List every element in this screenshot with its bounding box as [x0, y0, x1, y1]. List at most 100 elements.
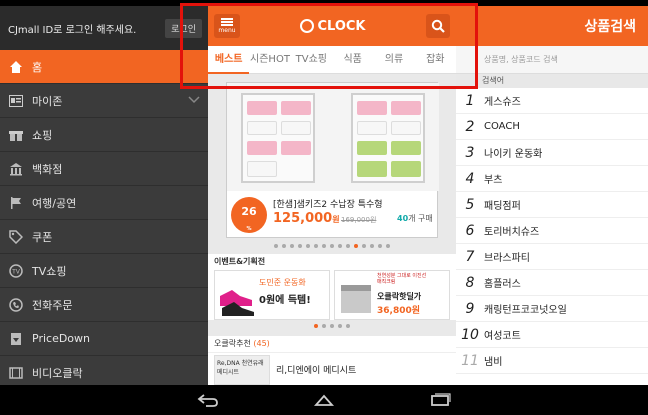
drawer	[247, 141, 277, 155]
rank-number: 1	[465, 92, 475, 109]
sidebar-item-tvshopping[interactable]: TV TV쇼핑	[0, 254, 208, 288]
profile-card-icon	[8, 93, 24, 109]
search-panel-header: 상품검색	[456, 6, 648, 46]
event-banner-cream[interactable]: 천연성분 그대로 이진선 매직크림 오클락핫딜가 36,800원	[334, 270, 450, 320]
discount-number: 26	[241, 205, 257, 218]
search-placeholder: 상품명, 상품코드 검색	[484, 55, 558, 64]
sidebar-item-shopping[interactable]: 쇼핑	[0, 118, 208, 152]
ranking-row[interactable]: 1 게스슈즈	[456, 88, 648, 114]
recommend-item[interactable]: Re,DNA 천연유래 메디시트 리,디엔에이 메디시트	[208, 352, 456, 385]
home-icon	[8, 59, 24, 75]
deal-title: [한샘]샘키즈2 수납장 특수형	[273, 200, 383, 210]
recommend-count: (45)	[253, 339, 270, 348]
sidebar-item-travel[interactable]: 여행/공연	[0, 186, 208, 220]
back-button[interactable]	[195, 392, 221, 408]
drawer	[357, 121, 387, 135]
sidebar-item-label: 쿠폰	[32, 230, 53, 244]
sidebar-item-label: TV쇼핑	[32, 264, 67, 278]
rank-number: 4	[465, 170, 475, 187]
sidebar-item-label: 쇼핑	[32, 128, 53, 142]
recent-apps-icon	[431, 393, 451, 406]
phone-icon	[8, 297, 24, 313]
carousel-dot[interactable]	[274, 244, 278, 248]
ranking-row[interactable]: 6 토리버치슈즈	[456, 218, 648, 244]
cream-jar-icon	[341, 285, 371, 313]
drawer	[391, 121, 421, 135]
carousel-dot[interactable]	[378, 244, 382, 248]
rank-term: 패딩점퍼	[484, 201, 521, 212]
carousel-dot[interactable]	[346, 324, 350, 328]
rank-term: 홈플러스	[484, 279, 521, 290]
sidebar-item-myzone[interactable]: 마이존	[0, 84, 208, 118]
discount-badge: 26 %	[231, 197, 267, 233]
sidebar-item-label: 마이존	[32, 94, 63, 108]
tag-icon	[8, 229, 24, 245]
carousel-dot[interactable]	[370, 244, 374, 248]
sidebar-item-videoclock[interactable]: 비디오클락	[0, 356, 208, 385]
carousel-dot[interactable]	[314, 244, 318, 248]
event-tagline: 천연성분 그대로 이진선 매직크림	[377, 273, 427, 285]
ranking-row[interactable]: 3 나이키 운동화	[456, 140, 648, 166]
carousel-dot[interactable]	[322, 324, 326, 328]
sidebar-item-phone-order[interactable]: 전화주문	[0, 288, 208, 322]
events-title: 이벤트&기획전	[214, 257, 266, 266]
sidebar-item-coupon[interactable]: 쿠폰	[0, 220, 208, 254]
shelf-left	[241, 93, 315, 183]
search-input[interactable]: 상품명, 상품코드 검색	[456, 46, 648, 74]
rank-term: 부츠	[484, 175, 503, 186]
chevron-down-icon[interactable]	[188, 94, 200, 107]
sidebar-item-home[interactable]: 홈	[0, 50, 208, 84]
ranking-row[interactable]: 4 부츠	[456, 166, 648, 192]
recommend-name: 리,디엔에이 메디시트	[276, 366, 357, 376]
shelf-right	[351, 93, 425, 183]
system-nav-bar	[0, 385, 648, 415]
sidebar-item-pricedown[interactable]: PriceDown	[0, 322, 208, 356]
sidebar-item-label: 여행/공연	[32, 196, 77, 210]
carousel-dot[interactable]	[282, 244, 286, 248]
sidebar-item-department[interactable]: 백화점	[0, 152, 208, 186]
home-button[interactable]	[311, 392, 337, 408]
original-price: 169,000원	[341, 216, 377, 224]
rank-term: 나이키 운동화	[484, 149, 543, 160]
rank-term: 냄비	[484, 357, 503, 368]
sneaker-icon	[220, 290, 254, 316]
carousel-dot[interactable]	[346, 244, 350, 248]
event-banner-shoes[interactable]: 도민준 운동화 0원에 득템!	[214, 270, 330, 320]
carousel-dot-active[interactable]	[354, 244, 358, 248]
carousel-dot[interactable]	[330, 324, 334, 328]
ranking-row[interactable]: 2 COACH	[456, 114, 648, 140]
sidebar-item-label: 비디오클락	[32, 366, 83, 380]
popular-terms-header: 검색어	[456, 74, 648, 88]
carousel-dot[interactable]	[290, 244, 294, 248]
ranking-row[interactable]: 9 캐링턴프코코넛오일	[456, 296, 648, 322]
carousel-dot[interactable]	[322, 244, 326, 248]
building-icon	[8, 161, 24, 177]
ranking-row[interactable]: 7 브라스파티	[456, 244, 648, 270]
purchase-count-number: 40	[397, 214, 409, 223]
ranking-row[interactable]: 5 패딩점퍼	[456, 192, 648, 218]
drawer	[357, 101, 387, 115]
rank-term: 캐링턴프코코넛오일	[484, 305, 567, 316]
carousel-dot[interactable]	[298, 244, 302, 248]
deal-card[interactable]: 26 % [한샘]샘키즈2 수납장 특수형 125,000원 169,000원 …	[226, 82, 439, 238]
ranking-row[interactable]: 10 여성코트	[456, 322, 648, 348]
drawer	[281, 101, 311, 115]
rank-term: 게스슈즈	[484, 97, 521, 108]
carousel-dot[interactable]	[362, 244, 366, 248]
events-section: 이벤트&기획전 도민준 운동화 0원에 득템! 천연성분 그대로 이진선 매직크…	[208, 254, 456, 320]
carousel-dot[interactable]	[338, 244, 342, 248]
ranking-row[interactable]: 8 홈플러스	[456, 270, 648, 296]
carousel-dot[interactable]	[338, 324, 342, 328]
deal-price-value: 125,000	[273, 211, 333, 226]
event-price: 36,800원	[377, 306, 421, 316]
rank-number: 2	[465, 118, 475, 135]
carousel-dot[interactable]	[306, 244, 310, 248]
rank-number: 5	[465, 196, 475, 213]
carousel-dot[interactable]	[386, 244, 390, 248]
search-panel-title: 상품검색	[584, 19, 636, 35]
product-search-panel: 상품검색 상품명, 상품코드 검색 검색어 1 게스슈즈 2 COACH 3 나이키 …	[456, 6, 648, 385]
carousel-dot[interactable]	[330, 244, 334, 248]
recent-apps-button[interactable]	[427, 392, 453, 408]
ranking-row[interactable]: 11 냄비	[456, 348, 648, 374]
carousel-dot-active[interactable]	[314, 324, 318, 328]
